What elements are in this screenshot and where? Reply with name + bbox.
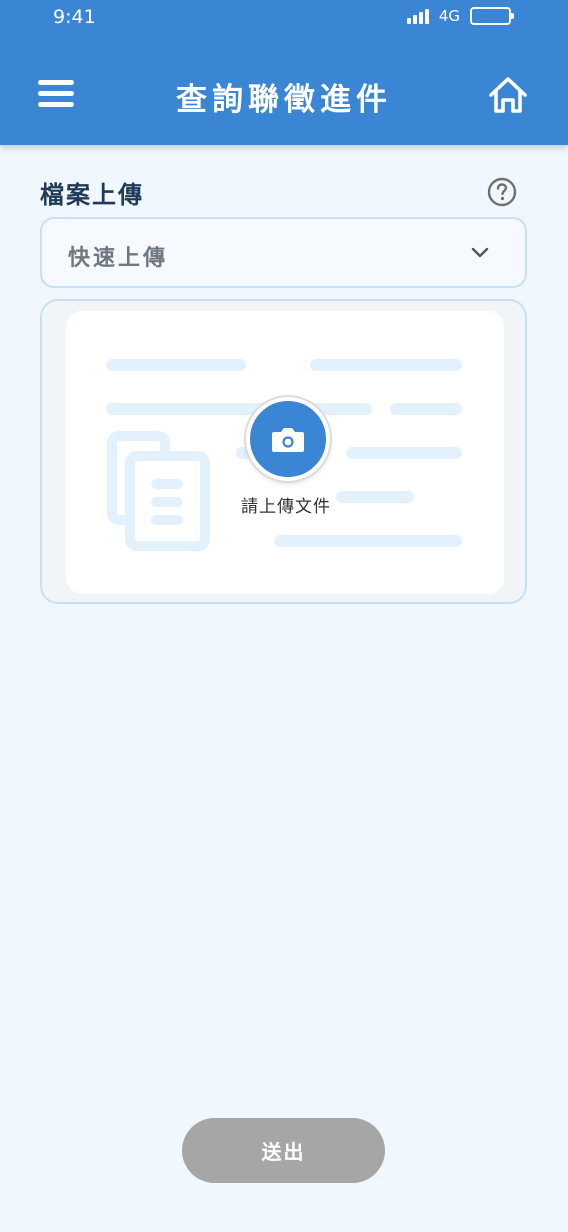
upload-area: 請上傳文件 [40,299,527,604]
placeholder-line [390,403,462,415]
network-label: 4G [438,7,460,25]
placeholder-line [274,535,462,547]
placeholder-line [346,447,462,459]
submit-button[interactable]: 送出 [182,1118,385,1183]
signal-icon [406,8,431,24]
help-icon[interactable] [487,177,517,207]
status-indicators: 4G [406,7,514,25]
page-title: 查詢聯徵進件 [176,82,392,118]
upload-method-value: 快速上傳 [68,246,169,271]
placeholder-line [106,403,372,415]
camera-button[interactable] [246,397,330,481]
section-title: 檔案上傳 [40,181,144,209]
home-icon[interactable] [488,76,528,114]
battery-icon [470,7,514,25]
status-time: 9:41 [53,6,96,28]
chevron-down-icon [471,247,489,258]
app-header: 9:41 4G 查詢聯徵進件 [0,0,568,145]
upload-method-select[interactable]: 快速上傳 [40,217,527,288]
placeholder-line [106,359,246,371]
upload-dropzone[interactable]: 請上傳文件 [66,311,504,594]
upload-prompt: 請上傳文件 [241,497,331,517]
status-bar: 9:41 4G [0,0,568,36]
camera-icon [272,428,304,452]
placeholder-line [310,359,462,371]
